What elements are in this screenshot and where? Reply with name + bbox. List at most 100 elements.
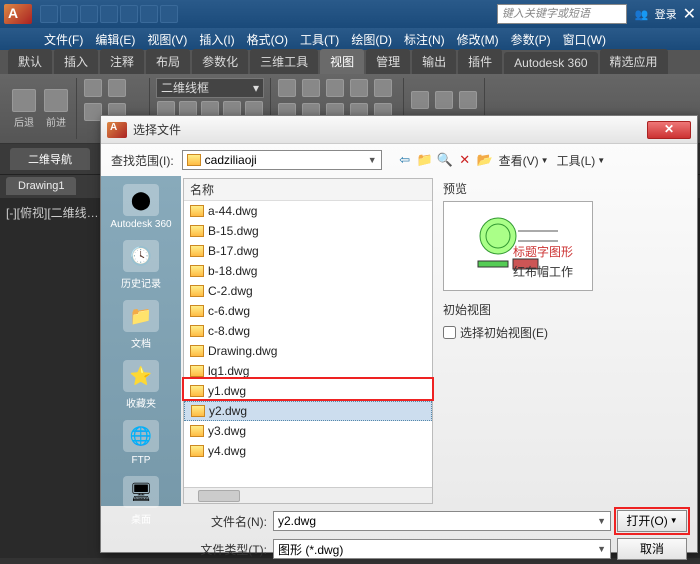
nav-up-icon[interactable]: 📁 (416, 151, 434, 169)
menu-draw[interactable]: 绘图(D) (347, 29, 396, 50)
preview-image: 标题字图形 红布帽工作 (443, 201, 593, 291)
vp-icon[interactable] (350, 79, 368, 97)
menu-modify[interactable]: 修改(M) (453, 29, 503, 50)
qat-redo-icon[interactable] (160, 5, 178, 23)
forward-button[interactable]: 前进 (42, 89, 70, 129)
nav-back-icon[interactable]: ⇦ (396, 151, 414, 169)
qat-saveas-icon[interactable] (100, 5, 118, 23)
documents-icon: 📁 (123, 300, 159, 332)
filename-input[interactable]: y2.dwg ▼ (273, 511, 611, 531)
tab-manage[interactable]: 管理 (366, 49, 410, 74)
sidebar-item-history[interactable]: 🕓历史记录 (121, 240, 161, 290)
sidebar-item-docs[interactable]: 📁 文档 (123, 300, 159, 350)
search-icon[interactable]: 🔍 (436, 151, 454, 169)
coord-icon[interactable] (435, 91, 453, 109)
tab-default[interactable]: 默认 (8, 49, 52, 74)
tab-plugins[interactable]: 插件 (458, 49, 502, 74)
file-list[interactable]: 名称 a-44.dwgB-15.dwgB-17.dwg b-18.dwg C-2.d… (183, 178, 433, 504)
tab-a360[interactable]: Autodesk 360 (504, 52, 597, 74)
subtab-2dnav[interactable]: 二维导航 (10, 148, 90, 170)
login-button[interactable]: 登录 (655, 6, 677, 22)
open-button[interactable]: 打开(O)▼ (617, 510, 687, 532)
lookin-label: 查找范围(I): (111, 152, 174, 169)
file-name: b-18.dwg (208, 264, 257, 278)
delete-icon[interactable]: ✕ (456, 151, 474, 169)
tab-parametric[interactable]: 参数化 (192, 49, 248, 74)
close-button[interactable]: ✕ (647, 121, 691, 139)
coord-icon[interactable] (459, 91, 477, 109)
chevron-down-icon: ▼ (368, 155, 377, 165)
file-row[interactable]: c-6.dwg (184, 301, 432, 321)
search-input[interactable]: 键入关键字或短语 (497, 4, 627, 24)
dialog-title: 选择文件 (133, 121, 181, 138)
sidebar-item-a360[interactable]: ⬤Autodesk 360 (110, 184, 171, 230)
sidebar-item-ftp[interactable]: 🌐FTP (123, 420, 159, 466)
menu-edit[interactable]: 编辑(E) (91, 29, 139, 50)
exchange-icon[interactable]: ✕ (683, 4, 696, 24)
qat-open-icon[interactable] (60, 5, 78, 23)
lookin-dropdown[interactable]: cadziliaoji ▼ (182, 150, 382, 170)
app-logo-icon[interactable] (4, 4, 32, 24)
menu-file[interactable]: 文件(F) (40, 29, 87, 50)
view-icon[interactable] (108, 79, 126, 97)
file-row[interactable]: a-44.dwg (184, 201, 432, 221)
ribbon-tabs: 默认 插入 注释 布局 参数化 三维工具 视图 管理 输出 插件 Autodes… (0, 50, 700, 74)
back-button[interactable]: 后退 (10, 89, 38, 129)
file-row[interactable]: C-2.dwg (184, 281, 432, 301)
doc-tab-drawing1[interactable]: Drawing1 (6, 177, 76, 195)
qat-undo-icon[interactable] (140, 5, 158, 23)
view-menu-button[interactable]: 查看(V)▼ (496, 152, 552, 169)
file-row[interactable]: y4.dwg (184, 441, 432, 461)
menu-view[interactable]: 视图(V) (143, 29, 191, 50)
file-row[interactable]: y3.dwg (184, 421, 432, 441)
initial-view-checkbox[interactable] (443, 326, 456, 339)
filetype-dropdown[interactable]: 图形 (*.dwg) ▼ (273, 539, 611, 559)
vp-icon[interactable] (374, 79, 392, 97)
visual-style-dropdown[interactable]: 二维线框▾ (156, 78, 264, 98)
vp-icon[interactable] (326, 79, 344, 97)
viewport-label[interactable]: [-][俯视][二维线… (6, 206, 99, 220)
qat-print-icon[interactable] (120, 5, 138, 23)
tab-output[interactable]: 输出 (412, 49, 456, 74)
dwg-file-icon (190, 245, 204, 257)
file-name: y2.dwg (209, 404, 247, 418)
file-row[interactable]: c-8.dwg (184, 321, 432, 341)
newfolder-icon[interactable]: 📂 (476, 151, 494, 169)
cancel-button[interactable]: 取消 (617, 538, 687, 560)
menu-format[interactable]: 格式(O) (243, 29, 292, 50)
tools-menu-button[interactable]: 工具(L)▼ (554, 152, 609, 169)
file-row[interactable]: b-18.dwg (184, 261, 432, 281)
tab-featured[interactable]: 精选应用 (600, 49, 668, 74)
coord-icon[interactable] (411, 91, 429, 109)
qat-new-icon[interactable] (40, 5, 58, 23)
file-row[interactable]: y2.dwg (184, 401, 432, 421)
menu-tools[interactable]: 工具(T) (296, 29, 343, 50)
filename-label: 文件名(N): (191, 513, 267, 530)
file-row[interactable]: Drawing.dwg (184, 341, 432, 361)
tab-view[interactable]: 视图 (320, 49, 364, 74)
menu-params[interactable]: 参数(P) (507, 29, 555, 50)
vp-icon[interactable] (302, 79, 320, 97)
file-row[interactable]: y1.dwg (184, 381, 432, 401)
tab-annotate[interactable]: 注释 (100, 49, 144, 74)
qat-save-icon[interactable] (80, 5, 98, 23)
horizontal-scrollbar[interactable] (184, 487, 432, 503)
lookin-value: cadziliaoji (205, 153, 257, 167)
column-header-name[interactable]: 名称 (184, 179, 432, 201)
file-row[interactable]: B-17.dwg (184, 241, 432, 261)
tab-tools3d[interactable]: 三维工具 (250, 49, 318, 74)
sidebar-item-fav[interactable]: ⭐收藏夹 (123, 360, 159, 410)
dwg-file-icon (190, 445, 204, 457)
tab-layout[interactable]: 布局 (146, 49, 190, 74)
view-icon[interactable] (84, 79, 102, 97)
chevron-down-icon: ▼ (597, 156, 605, 165)
account-icon[interactable]: 👥 (635, 8, 649, 21)
file-row[interactable]: lq1.dwg (184, 361, 432, 381)
menu-insert[interactable]: 插入(I) (195, 29, 238, 50)
vp-icon[interactable] (278, 79, 296, 97)
menu-dimension[interactable]: 标注(N) (400, 29, 449, 50)
tab-insert[interactable]: 插入 (54, 49, 98, 74)
sidebar-label: 文档 (131, 335, 151, 350)
file-row[interactable]: B-15.dwg (184, 221, 432, 241)
menu-window[interactable]: 窗口(W) (559, 29, 610, 50)
